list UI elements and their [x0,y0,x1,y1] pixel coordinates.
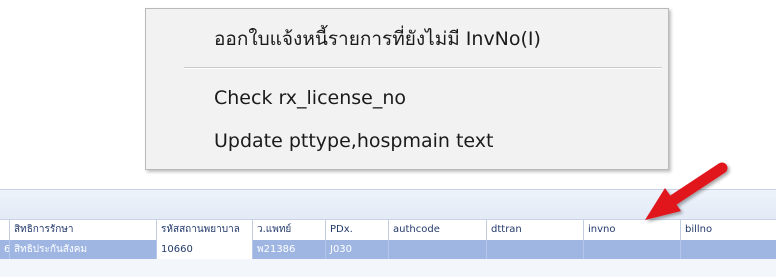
row-cell-billno[interactable] [681,240,776,259]
row-cell-invno[interactable] [584,240,681,259]
header-cell-pdx[interactable]: PDx. [326,220,389,240]
row-cell-pdx[interactable]: J030 [326,240,389,259]
row-cell-dttran[interactable] [487,240,584,259]
context-menu: ออกใบแจ้งหนี้รายการที่ยังไม่มี InvNo(I) … [145,8,669,170]
header-cell-indicator[interactable] [0,220,10,240]
data-grid: สิทธิการรักษา รหัสสถานพยาบาล ว.แพทย์ PDx… [0,189,776,277]
row-cell-doctor[interactable]: พ21386 [253,240,326,259]
grid-empty-area [0,259,776,277]
header-cell-invno[interactable]: invno [584,220,681,240]
header-cell-hospcode[interactable]: รหัสสถานพยาบาล [157,220,253,240]
menu-item-update-pttype[interactable]: Update pttype,hospmain text [214,128,493,154]
menu-item-create-invoice[interactable]: ออกใบแจ้งหนี้รายการที่ยังไม่มี InvNo(I) [214,26,541,52]
row-cell-pttype[interactable]: สิทธิประกันสังคม [10,240,157,259]
header-cell-pttype[interactable]: สิทธิการรักษา [10,220,157,240]
grid-group-panel [0,189,776,220]
header-cell-authcode[interactable]: authcode [389,220,487,240]
table-row[interactable]: 62 สิทธิประกันสังคม 10660 พ21386 J030 [0,240,776,259]
header-cell-billno[interactable]: billno [681,220,776,240]
row-cell-hospcode[interactable]: 10660 [157,240,253,259]
row-cell-authcode[interactable] [389,240,487,259]
row-cell-index[interactable]: 62 [0,240,10,259]
header-cell-dttran[interactable]: dttran [487,220,584,240]
menu-separator [184,67,662,69]
grid-header-row: สิทธิการรักษา รหัสสถานพยาบาล ว.แพทย์ PDx… [0,219,776,241]
header-cell-doctor[interactable]: ว.แพทย์ [253,220,326,240]
menu-item-check-rx-license[interactable]: Check rx_license_no [214,85,406,111]
